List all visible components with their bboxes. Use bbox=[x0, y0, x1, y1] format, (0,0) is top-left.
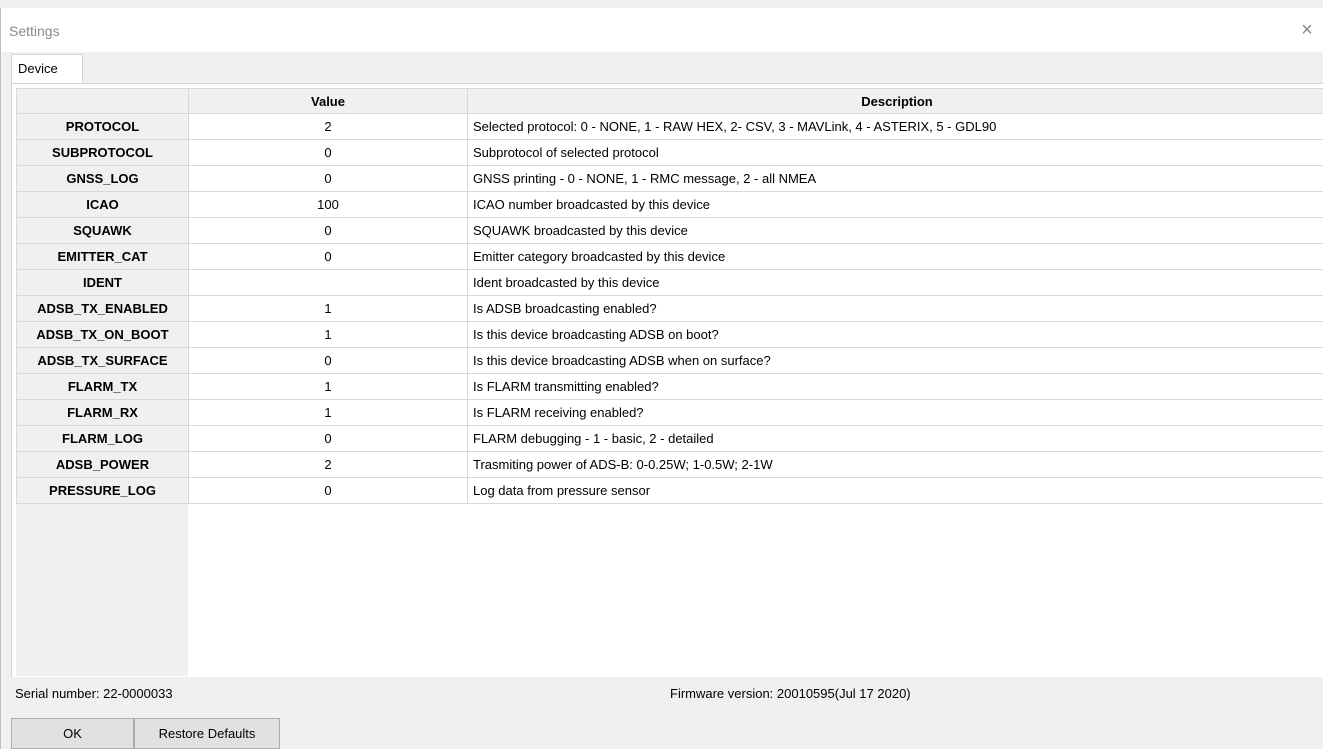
row-header[interactable]: FLARM_TX bbox=[16, 373, 189, 400]
table-row[interactable]: FLARM_LOG 0 FLARM debugging - 1 - basic, 2… bbox=[16, 425, 1323, 452]
row-header[interactable]: ADSB_TX_SURFACE bbox=[16, 347, 189, 374]
settings-window: Settings × Device Value Description PROT… bbox=[0, 0, 1323, 749]
window-title: Settings bbox=[9, 23, 60, 39]
description-cell: Is this device broadcasting ADSB when on… bbox=[467, 347, 1323, 374]
settings-table: Value Description PROTOCOL 2 Selected prot… bbox=[16, 88, 1323, 504]
table-row[interactable]: FLARM_RX 1 Is FLARM receiving enabled? bbox=[16, 399, 1323, 426]
value-cell[interactable]: 100 bbox=[188, 191, 468, 218]
value-cell[interactable]: 0 bbox=[188, 425, 468, 452]
description-cell: FLARM debugging - 1 - basic, 2 - detaile… bbox=[467, 425, 1323, 452]
column-header-description[interactable]: Description bbox=[467, 88, 1323, 114]
description-cell: Log data from pressure sensor bbox=[467, 477, 1323, 504]
table-row[interactable]: FLARM_TX 1 Is FLARM transmitting enabled? bbox=[16, 373, 1323, 400]
table-row[interactable]: IDENT Ident broadcasted by this device bbox=[16, 269, 1323, 296]
value-cell[interactable]: 0 bbox=[188, 217, 468, 244]
description-cell: Subprotocol of selected protocol bbox=[467, 139, 1323, 166]
row-header[interactable]: ADSB_TX_ON_BOOT bbox=[16, 321, 189, 348]
serial-number-label: Serial number: 22-0000033 bbox=[15, 686, 173, 701]
value-cell[interactable]: 1 bbox=[188, 399, 468, 426]
close-icon[interactable]: × bbox=[1295, 18, 1319, 42]
tab-device[interactable]: Device bbox=[11, 54, 83, 84]
row-header[interactable]: GNSS_LOG bbox=[16, 165, 189, 192]
value-cell[interactable]: 0 bbox=[188, 347, 468, 374]
table-row[interactable]: GNSS_LOG 0 GNSS printing - 0 - NONE, 1 - R… bbox=[16, 165, 1323, 192]
value-cell[interactable]: 1 bbox=[188, 321, 468, 348]
description-cell: Is FLARM receiving enabled? bbox=[467, 399, 1323, 426]
description-cell: GNSS printing - 0 - NONE, 1 - RMC messag… bbox=[467, 165, 1323, 192]
row-header[interactable]: FLARM_LOG bbox=[16, 425, 189, 452]
firmware-version-label: Firmware version: 20010595(Jul 17 2020) bbox=[670, 686, 911, 701]
table-row[interactable]: PRESSURE_LOG 0 Log data from pressure sens… bbox=[16, 477, 1323, 504]
table-row[interactable]: ICAO 100 ICAO number broadcasted by this d… bbox=[16, 191, 1323, 218]
row-header[interactable]: PROTOCOL bbox=[16, 113, 189, 140]
description-cell: SQUAWK broadcasted by this device bbox=[467, 217, 1323, 244]
table-row[interactable]: ADSB_TX_SURFACE 0 Is this device broadcast… bbox=[16, 347, 1323, 374]
description-cell: Selected protocol: 0 - NONE, 1 - RAW HEX… bbox=[467, 113, 1323, 140]
table-row[interactable]: PROTOCOL 2 Selected protocol: 0 - NONE, 1 … bbox=[16, 113, 1323, 140]
value-cell[interactable]: 0 bbox=[188, 477, 468, 504]
table-row[interactable]: SQUAWK 0 SQUAWK broadcasted by this device bbox=[16, 217, 1323, 244]
value-cell[interactable]: 0 bbox=[188, 139, 468, 166]
row-header[interactable]: ICAO bbox=[16, 191, 189, 218]
value-cell[interactable] bbox=[188, 269, 468, 296]
description-cell: ICAO number broadcasted by this device bbox=[467, 191, 1323, 218]
corner-header[interactable] bbox=[16, 88, 189, 114]
row-header[interactable]: FLARM_RX bbox=[16, 399, 189, 426]
row-header[interactable]: SUBPROTOCOL bbox=[16, 139, 189, 166]
value-cell[interactable]: 2 bbox=[188, 451, 468, 478]
restore-defaults-button[interactable]: Restore Defaults bbox=[134, 718, 280, 749]
window-border bbox=[0, 8, 1, 749]
description-cell: Trasmiting power of ADS-B: 0-0.25W; 1-0.… bbox=[467, 451, 1323, 478]
value-cell[interactable]: 0 bbox=[188, 243, 468, 270]
description-cell: Emitter category broadcasted by this dev… bbox=[467, 243, 1323, 270]
row-header[interactable]: ADSB_TX_ENABLED bbox=[16, 295, 189, 322]
value-cell[interactable]: 1 bbox=[188, 295, 468, 322]
value-cell[interactable]: 2 bbox=[188, 113, 468, 140]
row-header[interactable]: IDENT bbox=[16, 269, 189, 296]
ok-button[interactable]: OK bbox=[11, 718, 134, 749]
value-cell[interactable]: 0 bbox=[188, 165, 468, 192]
description-cell: Is ADSB broadcasting enabled? bbox=[467, 295, 1323, 322]
description-cell: Is this device broadcasting ADSB on boot… bbox=[467, 321, 1323, 348]
description-cell: Is FLARM transmitting enabled? bbox=[467, 373, 1323, 400]
description-cell: Ident broadcasted by this device bbox=[467, 269, 1323, 296]
table-row[interactable]: EMITTER_CAT 0 Emitter category broadcasted… bbox=[16, 243, 1323, 270]
table-row[interactable]: ADSB_TX_ON_BOOT 1 Is this device broadcast… bbox=[16, 321, 1323, 348]
row-header[interactable]: ADSB_POWER bbox=[16, 451, 189, 478]
row-header[interactable]: SQUAWK bbox=[16, 217, 189, 244]
row-header[interactable]: PRESSURE_LOG bbox=[16, 477, 189, 504]
column-header-value[interactable]: Value bbox=[188, 88, 468, 114]
table-row[interactable]: ADSB_POWER 2 Trasmiting power of ADS-B: 0-… bbox=[16, 451, 1323, 478]
table-row[interactable]: SUBPROTOCOL 0 Subprotocol of selected prot… bbox=[16, 139, 1323, 166]
title-bar: Settings × bbox=[0, 8, 1323, 52]
table-header-row: Value Description bbox=[16, 88, 1323, 114]
table-row[interactable]: ADSB_TX_ENABLED 1 Is ADSB broadcasting ena… bbox=[16, 295, 1323, 322]
row-header[interactable]: EMITTER_CAT bbox=[16, 243, 189, 270]
value-cell[interactable]: 1 bbox=[188, 373, 468, 400]
